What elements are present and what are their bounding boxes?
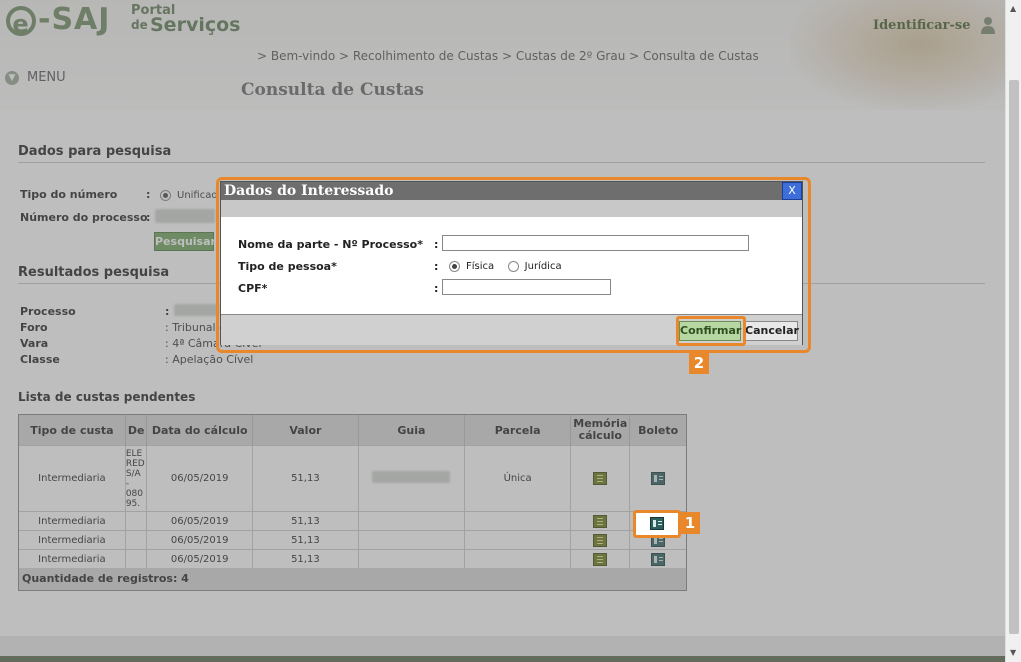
colon: : (434, 238, 439, 251)
boleto-icon[interactable] (650, 517, 664, 530)
nome-parte-label: Nome da parte - Nº Processo* (238, 238, 423, 251)
tipo-pessoa-label: Tipo de pessoa* (238, 260, 337, 273)
modal-title[interactable]: Dados do Interessado (221, 182, 802, 200)
colon: : (434, 260, 439, 273)
callout-number-2: 2 (689, 352, 709, 374)
vertical-scrollbar[interactable]: ▲ ▼ (1005, 0, 1021, 662)
callout-number-1: 1 (680, 512, 700, 534)
radio-fisica-label: Física (466, 260, 495, 272)
radio-juridica[interactable] (507, 260, 519, 272)
scrollbar-thumb[interactable] (1009, 80, 1019, 634)
page: e -SAJ Portal de Serviços Identificar-se … (0, 0, 1005, 662)
callout-highlight-1 (633, 510, 681, 538)
radio-juridica-label: Jurídica (524, 260, 562, 272)
cpf-input[interactable] (442, 279, 611, 295)
scroll-down-arrow-icon[interactable]: ▼ (1010, 648, 1016, 657)
colon: : (434, 282, 439, 295)
modal-subheader (221, 200, 802, 217)
cancelar-button[interactable]: Cancelar (744, 321, 799, 341)
scroll-up-arrow-icon[interactable]: ▲ (1010, 4, 1016, 13)
tipo-pessoa-radio-group: Física Jurídica (449, 259, 562, 272)
nome-parte-input[interactable] (442, 235, 749, 251)
close-button[interactable]: X (782, 182, 802, 200)
cpf-label: CPF* (238, 282, 268, 295)
callout-highlight-2 (676, 316, 746, 346)
radio-fisica[interactable] (449, 260, 460, 272)
